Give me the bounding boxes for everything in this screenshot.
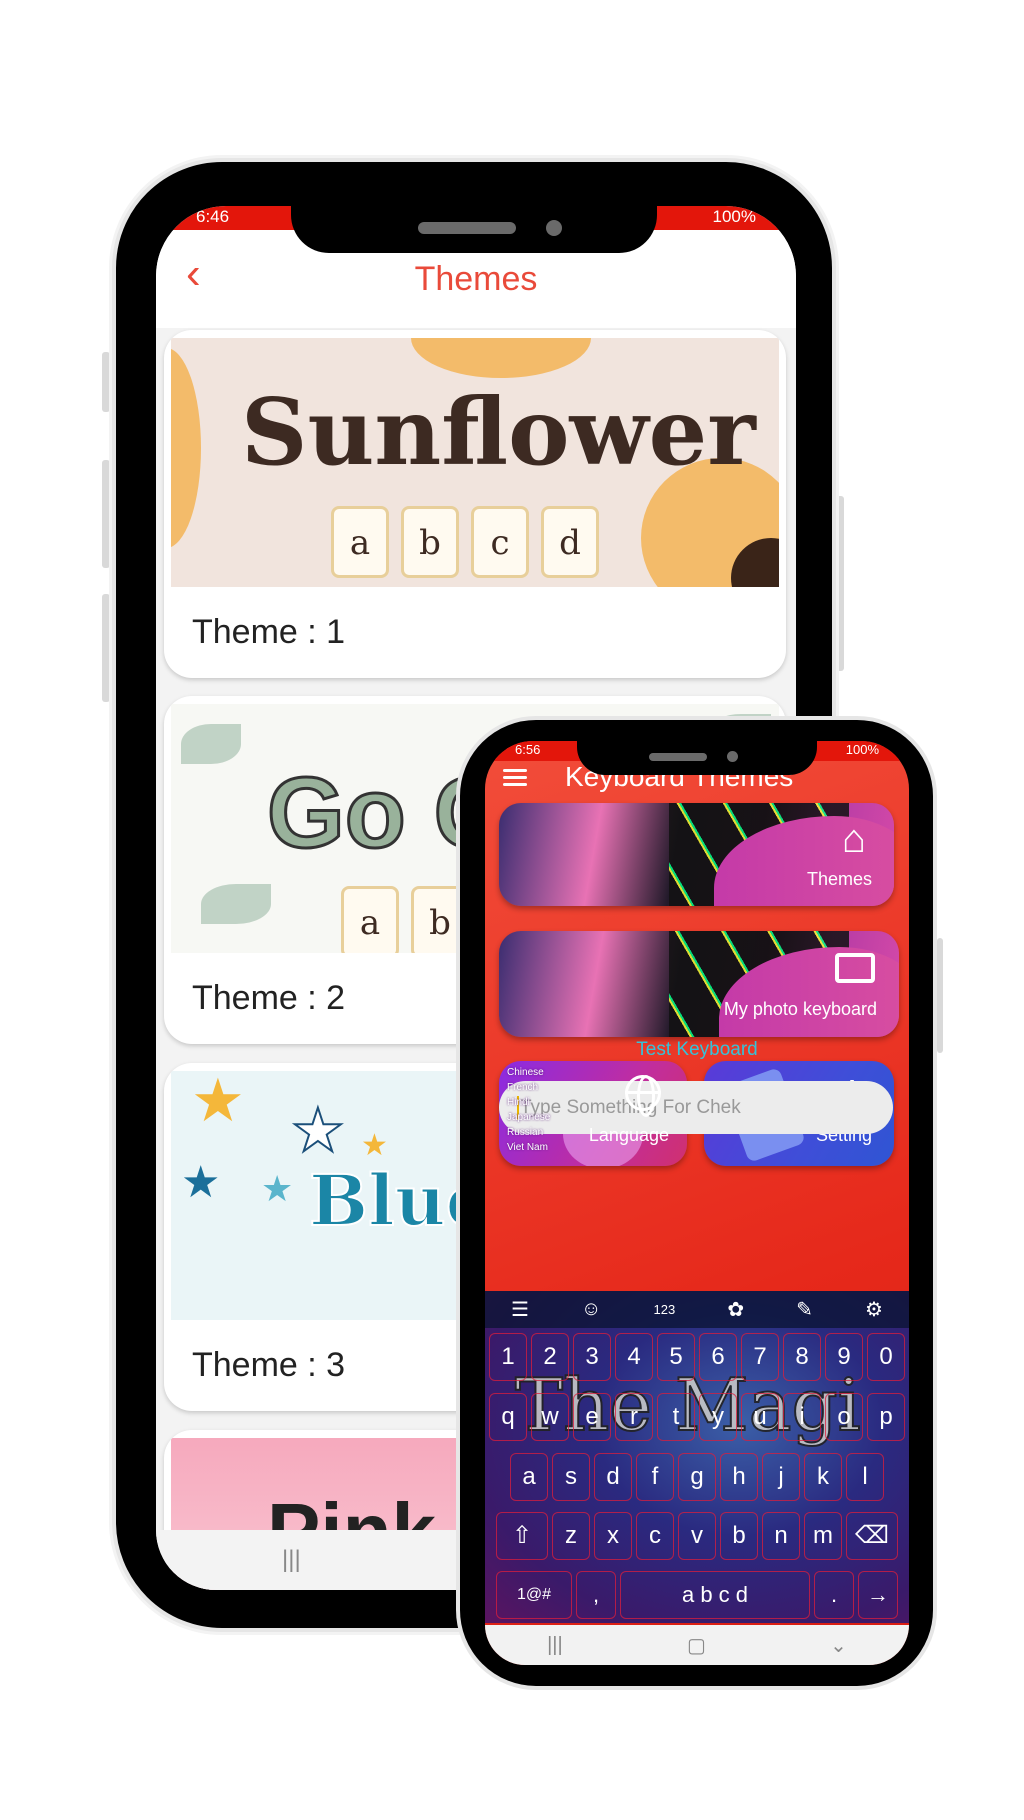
test-keyboard-label: Test Keyboard: [636, 1039, 758, 1060]
status-battery: 100%: [845, 742, 879, 757]
recents-button[interactable]: |||: [547, 1634, 563, 1657]
recents-button[interactable]: |||: [282, 1546, 301, 1574]
key[interactable]: r: [615, 1393, 653, 1441]
notch: [291, 206, 657, 253]
side-button: [102, 352, 110, 412]
key[interactable]: 1: [489, 1333, 527, 1381]
key[interactable]: g: [678, 1453, 716, 1501]
key[interactable]: e: [573, 1393, 611, 1441]
menu-icon[interactable]: ☰: [511, 1297, 529, 1322]
globe-icon: [625, 1075, 661, 1117]
gear-icon[interactable]: ⚙: [865, 1297, 883, 1322]
key[interactable]: ⌫: [846, 1512, 898, 1560]
key[interactable]: i: [783, 1393, 821, 1441]
key[interactable]: 9: [825, 1333, 863, 1381]
key[interactable]: u: [741, 1393, 779, 1441]
theme-icon[interactable]: ✿: [727, 1297, 744, 1322]
photo-keyboard-button[interactable]: My photo keyboard: [499, 931, 899, 1037]
key[interactable]: 6: [699, 1333, 737, 1381]
key[interactable]: h: [720, 1453, 758, 1501]
key[interactable]: b: [720, 1512, 758, 1560]
key[interactable]: k: [804, 1453, 842, 1501]
key[interactable]: 1@#: [496, 1571, 572, 1619]
key[interactable]: →: [858, 1571, 898, 1619]
number-row: 1234567890: [485, 1333, 909, 1381]
side-button: [102, 594, 110, 702]
theme-label: Theme : 2: [192, 979, 346, 1017]
key[interactable]: t: [657, 1393, 695, 1441]
theme-preview: Sunflower a b c d: [171, 338, 779, 587]
key[interactable]: o: [825, 1393, 863, 1441]
key[interactable]: d: [594, 1453, 632, 1501]
page-title: Themes: [414, 260, 538, 298]
key[interactable]: f: [636, 1453, 674, 1501]
key[interactable]: w: [531, 1393, 569, 1441]
home-screen: 6:56 100% Keyboard Themes ⌂ Themes My ph…: [485, 741, 909, 1665]
key[interactable]: j: [762, 1453, 800, 1501]
key[interactable]: n: [762, 1512, 800, 1560]
bottom-letter-row: ⇧ z x c v b n m ⌫: [485, 1512, 909, 1560]
theme-label: Theme : 1: [192, 613, 346, 651]
emoji-icon[interactable]: ☺: [581, 1298, 601, 1321]
numbers-button[interactable]: 123: [654, 1302, 676, 1317]
space-row: 1@#, a b c d. →: [485, 1571, 909, 1619]
keyboard: The Magi ☰ ☺ 123 ✿ ✎ ⚙ 1234567890 qwerty…: [485, 1291, 909, 1623]
key[interactable]: v: [678, 1512, 716, 1560]
key[interactable]: 0: [867, 1333, 905, 1381]
home-button[interactable]: ▢: [687, 1633, 706, 1658]
theme-card-1[interactable]: Sunflower a b c d Theme : 1: [164, 330, 786, 678]
test-input[interactable]: Type Something For Chek: [499, 1081, 893, 1134]
theme-label: Theme : 3: [192, 1346, 346, 1384]
key[interactable]: ,: [576, 1571, 616, 1619]
key[interactable]: m: [804, 1512, 842, 1560]
status-time: 6:56: [515, 742, 541, 757]
front-phone: 6:56 100% Keyboard Themes ⌂ Themes My ph…: [456, 716, 937, 1690]
side-button: [102, 460, 110, 568]
qwerty-row: qwertyuiop: [485, 1393, 909, 1441]
navigation-bar: ||| ▢ ⌄: [485, 1625, 909, 1665]
home-icon: ⌂: [841, 817, 866, 861]
key[interactable]: a b c d: [620, 1571, 810, 1619]
key[interactable]: l: [846, 1453, 884, 1501]
key[interactable]: p: [867, 1393, 905, 1441]
image-icon: [835, 953, 875, 983]
language-list: Chinese French Hindi Japanese Russian Vi…: [507, 1067, 551, 1153]
themes-button[interactable]: ⌂ Themes: [499, 803, 894, 906]
key[interactable]: .: [814, 1571, 854, 1619]
key[interactable]: s: [552, 1453, 590, 1501]
key[interactable]: 2: [531, 1333, 569, 1381]
key[interactable]: 4: [615, 1333, 653, 1381]
key[interactable]: c: [636, 1512, 674, 1560]
home-row: asdfghjkl: [485, 1453, 909, 1501]
keyboard-toolbar: ☰ ☺ 123 ✿ ✎ ⚙: [485, 1291, 909, 1328]
clipboard-icon[interactable]: ✎: [796, 1297, 813, 1322]
key[interactable]: ⇧: [496, 1512, 548, 1560]
notch: [577, 741, 817, 775]
status-time: 6:46: [196, 207, 230, 226]
key[interactable]: 3: [573, 1333, 611, 1381]
side-button: [937, 938, 943, 1053]
key[interactable]: x: [594, 1512, 632, 1560]
side-button: [836, 496, 844, 671]
key[interactable]: a: [510, 1453, 548, 1501]
key[interactable]: 5: [657, 1333, 695, 1381]
key[interactable]: q: [489, 1393, 527, 1441]
back-button[interactable]: ⌄: [830, 1633, 847, 1658]
key[interactable]: 7: [741, 1333, 779, 1381]
status-battery: 100%: [712, 207, 756, 226]
key[interactable]: 8: [783, 1333, 821, 1381]
hamburger-menu-icon[interactable]: [503, 765, 527, 790]
key[interactable]: y: [699, 1393, 737, 1441]
key[interactable]: z: [552, 1512, 590, 1560]
